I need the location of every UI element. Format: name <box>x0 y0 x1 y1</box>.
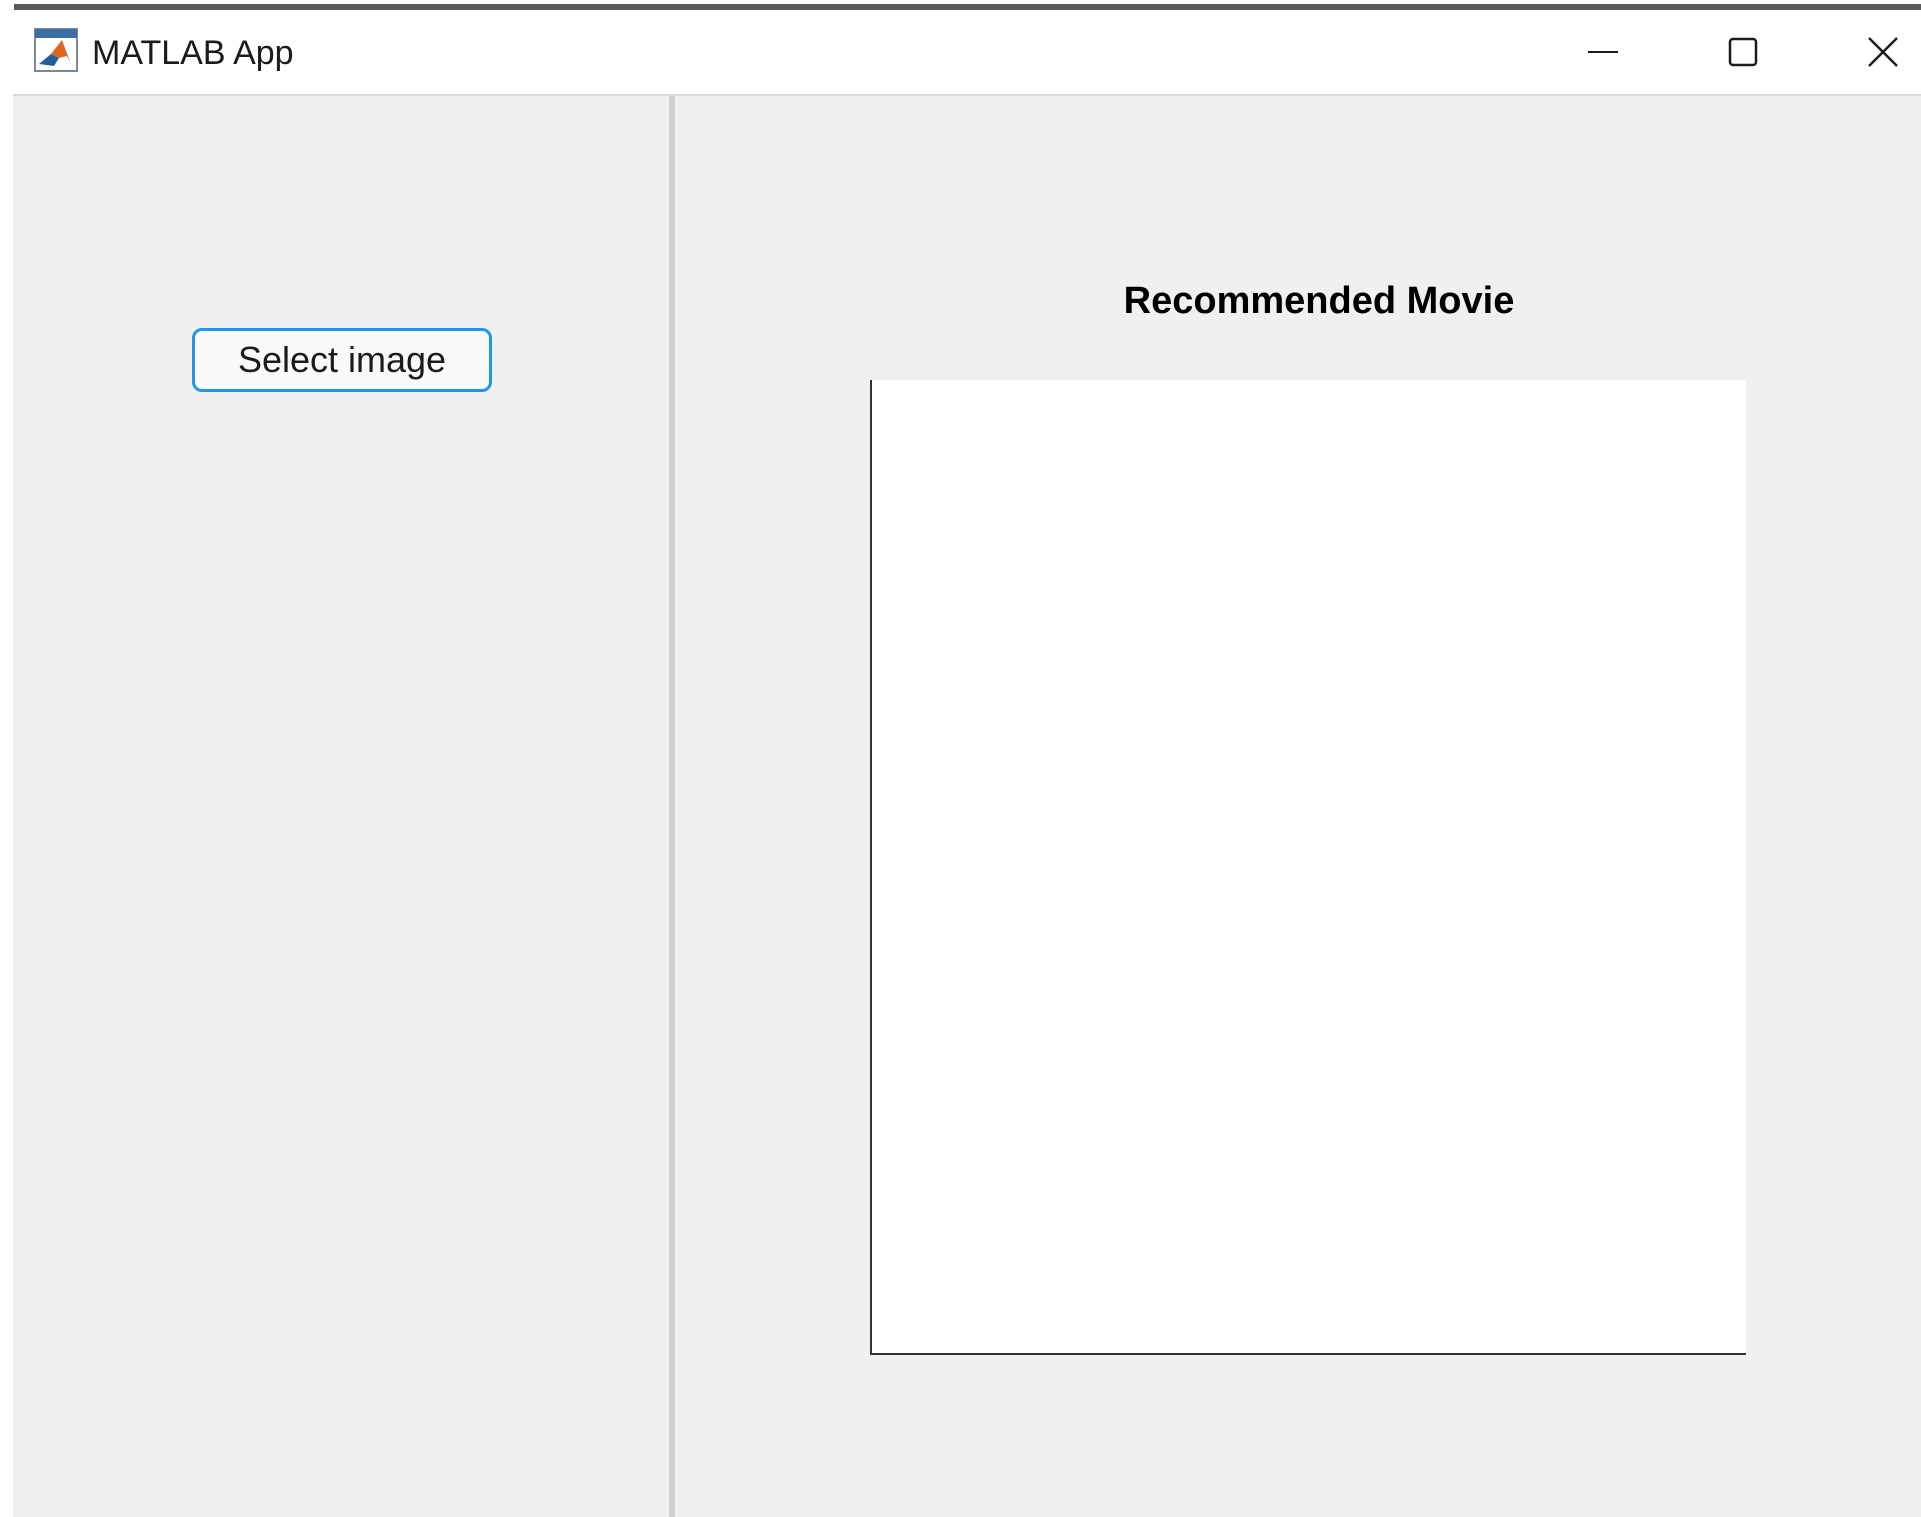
minimize-icon <box>1588 51 1618 53</box>
window-title: MATLAB App <box>92 34 294 72</box>
maximize-button[interactable] <box>1673 10 1813 94</box>
maximize-icon <box>1728 37 1758 67</box>
recommended-movie-image-area <box>870 380 1746 1355</box>
desktop-background-strip <box>0 0 1921 10</box>
minimize-button[interactable] <box>1533 10 1673 94</box>
close-icon <box>1868 37 1898 67</box>
title-bar[interactable]: MATLAB App <box>13 10 1921 96</box>
close-button[interactable] <box>1813 10 1921 94</box>
select-image-button[interactable]: Select image <box>192 328 492 392</box>
recommended-movie-title: Recommended Movie <box>1123 280 1515 322</box>
matlab-logo-icon <box>34 28 78 72</box>
right-panel: Recommended Movie <box>675 96 1921 1517</box>
app-window: MATLAB App Select image Recommended Movi… <box>13 10 1921 1517</box>
left-panel: Select image <box>13 96 669 1517</box>
